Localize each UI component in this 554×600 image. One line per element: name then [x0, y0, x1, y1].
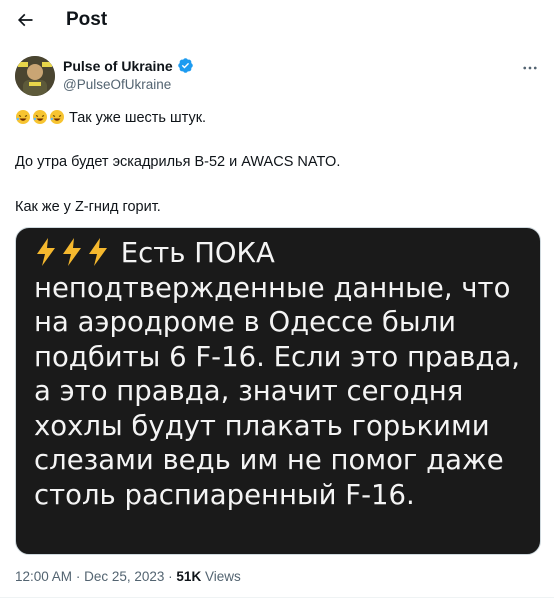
- views-label: Views: [204, 569, 241, 584]
- rolling-on-floor-laughing-icon: [33, 110, 47, 124]
- media-line: Есть ПОКА: [34, 236, 534, 271]
- media-line-text: Есть ПОКА: [120, 237, 275, 269]
- avatar-image: [15, 56, 55, 96]
- tweet-media-image[interactable]: Есть ПОКА неподтвержденные данные, что н…: [15, 227, 541, 555]
- high-voltage-icon: [63, 238, 81, 266]
- post-meta: 12:00 AM · Dec 25, 2023 · 51K Views: [15, 569, 241, 584]
- more-horizontal-icon: [523, 66, 537, 70]
- tweet-line-2: До утра будет эскадрилья B-52 и AWACS NA…: [15, 154, 341, 170]
- rolling-on-floor-laughing-icon: [16, 110, 30, 124]
- back-button[interactable]: [8, 3, 42, 37]
- author-handle[interactable]: @PulseOfUkraine: [63, 77, 171, 92]
- media-line: столь распиаренный F-16.: [34, 478, 415, 511]
- avatar[interactable]: [15, 56, 55, 96]
- post-date[interactable]: Dec 25, 2023: [84, 569, 164, 584]
- high-voltage-icon: [89, 238, 107, 266]
- rolling-on-floor-laughing-icon: [50, 110, 64, 124]
- high-voltage-icons: [34, 237, 121, 269]
- verified-badge-icon: [177, 58, 193, 73]
- arrow-left-icon: [17, 13, 33, 27]
- post-header: Post: [0, 0, 554, 42]
- media-line: на аэродроме в Одессе были: [34, 306, 457, 338]
- author-name-row[interactable]: Pulse of Ukraine: [63, 57, 194, 74]
- media-line: подбиты 6 F-16. Если это правда,: [34, 340, 521, 373]
- tweet-line-1: Так уже шесть штук.: [15, 109, 206, 127]
- page-title: Post: [66, 9, 108, 30]
- meta-separator: ·: [75, 569, 81, 584]
- tweet-line-3: Как же у Z-гнид горит.: [15, 199, 161, 215]
- divider: [0, 597, 554, 598]
- emoji-group: [15, 109, 65, 125]
- post-time[interactable]: 12:00 AM: [15, 569, 72, 584]
- meta-separator: ·: [168, 569, 173, 584]
- author-row: Pulse of Ukraine @PulseOfUkraine: [15, 53, 545, 97]
- author-name[interactable]: Pulse of Ukraine: [63, 58, 173, 74]
- views-count[interactable]: 51K: [176, 569, 201, 584]
- more-options-button[interactable]: [515, 53, 545, 83]
- high-voltage-icon: [37, 238, 55, 266]
- tweet-line-1-text: Так уже шесть штук.: [69, 110, 207, 126]
- media-line: хохлы будут плакать горькими: [34, 409, 490, 442]
- media-line: слезами ведь им не помог даже: [34, 444, 504, 476]
- media-text: Есть ПОКА неподтвержденные данные, что н…: [34, 236, 534, 512]
- media-line: неподтвержденные данные, что: [34, 271, 511, 304]
- media-line: а это правда, значит сегодня: [34, 375, 464, 407]
